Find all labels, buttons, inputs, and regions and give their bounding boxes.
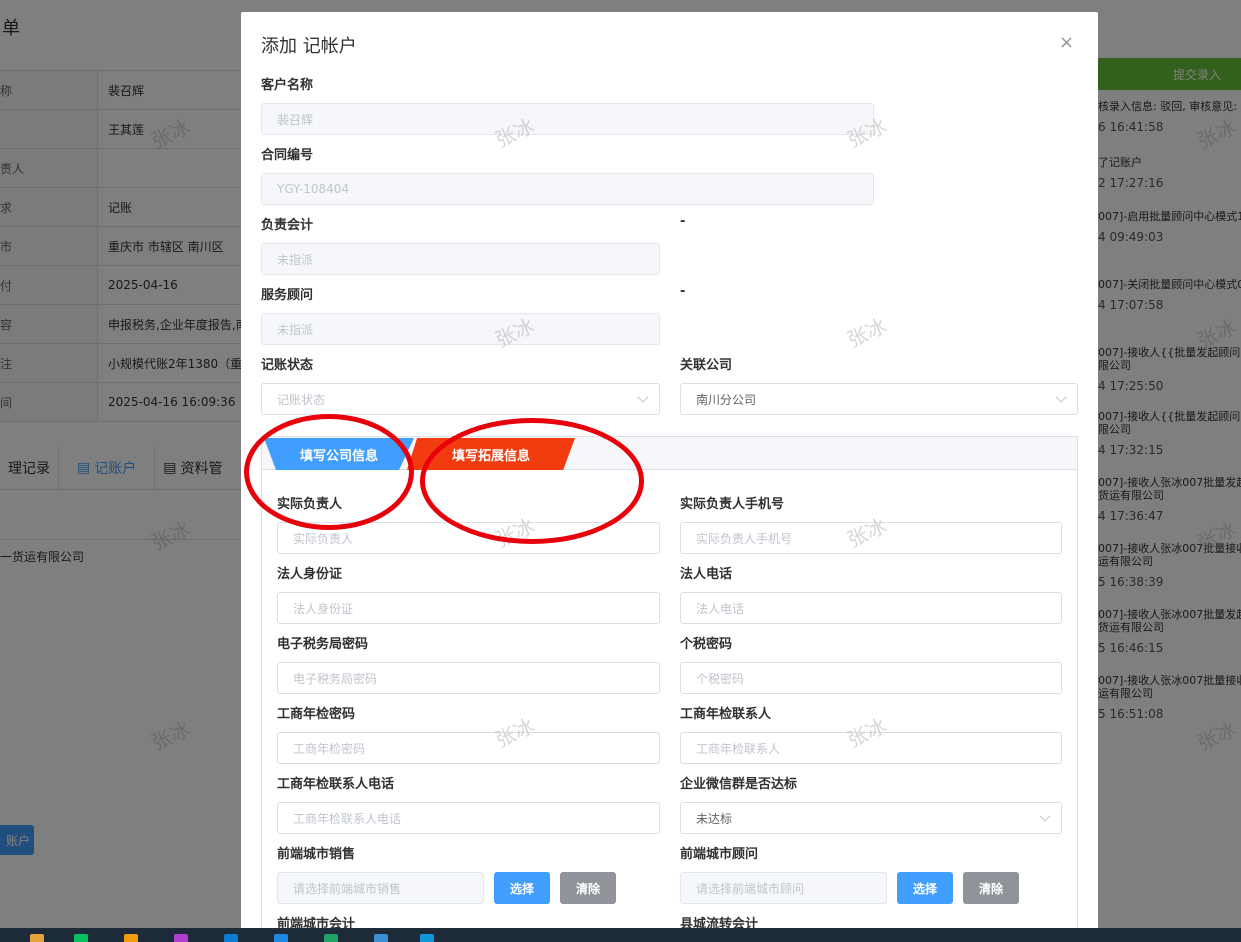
contract-no-label: 合同编号 — [261, 148, 314, 163]
etax-pwd-input[interactable]: 电子税务局密码 — [277, 662, 660, 694]
city-sales-select-button[interactable]: 选择 — [494, 872, 550, 904]
company-select[interactable]: 南川分公司 — [680, 383, 1078, 415]
watermark: 张冰 — [843, 313, 890, 353]
annual-pwd-input[interactable]: 工商年检密码 — [277, 732, 660, 764]
annual-contact-phone-label: 工商年检联系人电话 — [277, 777, 395, 792]
customer-name-input[interactable]: 裴召辉 — [261, 103, 874, 135]
city-advisor-label: 前端城市顾问 — [680, 847, 759, 862]
customer-name-label: 客户名称 — [261, 78, 314, 93]
browser-icon[interactable] — [274, 934, 288, 942]
folder-icon[interactable] — [124, 934, 138, 942]
city-sales-input[interactable]: 请选择前端城市销售 — [277, 872, 484, 904]
city-advisor-input[interactable]: 请选择前端城市顾问 — [680, 872, 887, 904]
legal-id-input[interactable]: 法人身份证 — [277, 592, 660, 624]
accountant-dash: - — [680, 214, 686, 229]
dialog-title: 添加 记帐户 — [261, 36, 357, 57]
annual-contact-phone-input[interactable]: 工商年检联系人电话 — [277, 802, 660, 834]
wechat-group-label: 企业微信群是否达标 — [680, 777, 798, 792]
excel-icon[interactable] — [324, 934, 338, 942]
tab-bar: 填写公司信息 填写拓展信息 — [262, 437, 1077, 470]
company-label: 关联公司 — [680, 358, 733, 373]
actual-phone-input[interactable]: 实际负责人手机号 — [680, 522, 1062, 554]
app-icon[interactable] — [74, 934, 88, 942]
itax-pwd-label: 个税密码 — [680, 637, 733, 652]
chevron-down-icon — [1055, 391, 1067, 403]
close-icon[interactable]: × — [1059, 32, 1074, 53]
app-icon[interactable] — [30, 934, 44, 942]
annual-contact-input[interactable]: 工商年检联系人 — [680, 732, 1062, 764]
annual-contact-label: 工商年检联系人 — [680, 707, 772, 722]
accountant-input[interactable]: 未指派 — [261, 243, 660, 275]
tab-company-info[interactable]: 填写公司信息 — [264, 438, 414, 470]
city-sales-clear-button[interactable]: 清除 — [560, 872, 616, 904]
wechat-group-select[interactable]: 未达标 — [680, 802, 1062, 834]
chevron-down-icon — [1039, 810, 1051, 822]
contract-no-input[interactable]: YGY-108404 — [261, 173, 874, 205]
wechat-group-value: 未达标 — [696, 811, 733, 826]
annual-pwd-label: 工商年检密码 — [277, 707, 356, 722]
status-select[interactable]: 记账状态 — [261, 383, 660, 415]
add-account-dialog: 添加 记帐户 × 客户名称 裴召辉 合同编号 YGY-108404 负责会计 未… — [241, 12, 1098, 942]
legal-phone-input[interactable]: 法人电话 — [680, 592, 1062, 624]
itax-pwd-input[interactable]: 个税密码 — [680, 662, 1062, 694]
city-advisor-select-button[interactable]: 选择 — [897, 872, 953, 904]
advisor-input[interactable]: 未指派 — [261, 313, 660, 345]
app-icon[interactable] — [374, 934, 388, 942]
taskbar — [0, 928, 1241, 942]
status-placeholder: 记账状态 — [277, 392, 326, 407]
accountant-label: 负责会计 — [261, 218, 314, 233]
company-value: 南川分公司 — [696, 392, 757, 407]
city-sales-label: 前端城市销售 — [277, 847, 356, 862]
status-label: 记账状态 — [261, 358, 314, 373]
city-advisor-clear-button[interactable]: 清除 — [963, 872, 1019, 904]
etax-pwd-label: 电子税务局密码 — [277, 637, 369, 652]
advisor-dash: - — [680, 284, 686, 299]
vscode-icon[interactable] — [224, 934, 238, 942]
actual-person-input[interactable]: 实际负责人 — [277, 522, 660, 554]
actual-phone-label: 实际负责人手机号 — [680, 497, 785, 512]
tab-extended-info[interactable]: 填写拓展信息 — [407, 438, 575, 470]
advisor-label: 服务顾问 — [261, 288, 314, 303]
legal-phone-label: 法人电话 — [680, 567, 733, 582]
legal-id-label: 法人身份证 — [277, 567, 343, 582]
actual-person-label: 实际负责人 — [277, 497, 343, 512]
chevron-down-icon — [637, 391, 649, 403]
app-icon[interactable] — [174, 934, 188, 942]
app-icon[interactable] — [420, 934, 434, 942]
